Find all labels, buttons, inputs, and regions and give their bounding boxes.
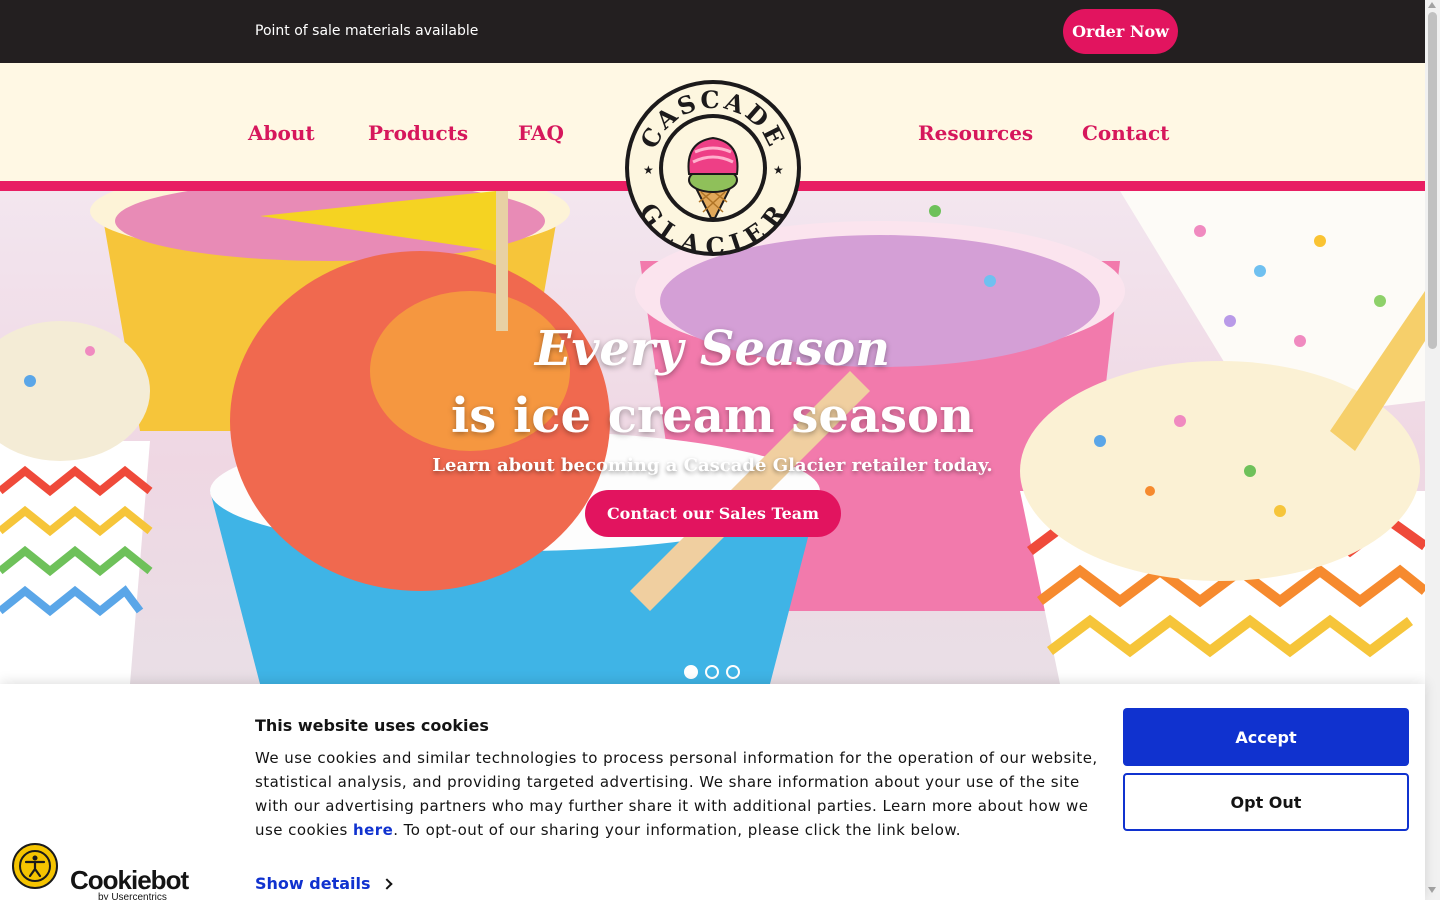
scroll-down-arrow-icon[interactable] [1428,887,1436,893]
nav-link-products[interactable]: Products [368,121,468,145]
nav-link-faq[interactable]: FAQ [518,121,564,145]
cookie-description-text-end: . To opt-out of our sharing your informa… [393,821,961,839]
scrollbar-thumb[interactable] [1428,12,1437,349]
carousel-dot-1[interactable] [684,665,698,679]
hero-subtitle: Learn about becoming a Cascade Glacier r… [432,455,993,476]
hero-title: is ice cream season [451,388,974,444]
cookie-consent-banner: This website uses cookies We use cookies… [0,684,1425,900]
cookie-title: This website uses cookies [255,716,489,735]
top-announcement-bar: Point of sale materials available Order … [0,0,1425,63]
nav-link-resources[interactable]: Resources [918,121,1033,145]
announcement-text: Point of sale materials available [255,23,479,39]
cascade-glacier-logo[interactable]: CASCADE GLACIER ★ ★ [623,78,803,261]
cookie-description: We use cookies and similar technologies … [255,746,1100,842]
cookiebot-wordmark: Cookiebot [70,865,189,895]
cookiebot-logo: Cookiebot by Usercentrics [70,865,189,900]
cookie-opt-out-button[interactable]: Opt Out [1123,773,1409,831]
hero-script-heading: Every Season [534,321,891,377]
chevron-right-icon [380,877,393,890]
accessibility-icon [19,850,51,882]
show-details-link[interactable]: Show details [255,874,393,893]
svg-text:★: ★ [643,163,654,177]
cookie-learn-more-link[interactable]: here [353,821,393,839]
carousel-dot-3[interactable] [726,665,740,679]
svg-text:★: ★ [773,163,784,177]
carousel-dot-2[interactable] [705,665,719,679]
hero-carousel: Every Season is ice cream season Learn a… [0,191,1425,684]
carousel-dots [684,665,740,679]
accessibility-button[interactable] [12,843,58,889]
contact-sales-button[interactable]: Contact our Sales Team [585,490,841,537]
show-details-label: Show details [255,874,371,893]
order-now-button[interactable]: Order Now [1063,9,1178,54]
nav-link-about[interactable]: About [248,121,315,145]
cookie-accept-button[interactable]: Accept [1123,708,1409,766]
logo-graphic: CASCADE GLACIER ★ ★ [625,80,801,261]
nav-link-contact[interactable]: Contact [1082,121,1169,145]
scroll-up-arrow-icon[interactable] [1428,2,1436,8]
